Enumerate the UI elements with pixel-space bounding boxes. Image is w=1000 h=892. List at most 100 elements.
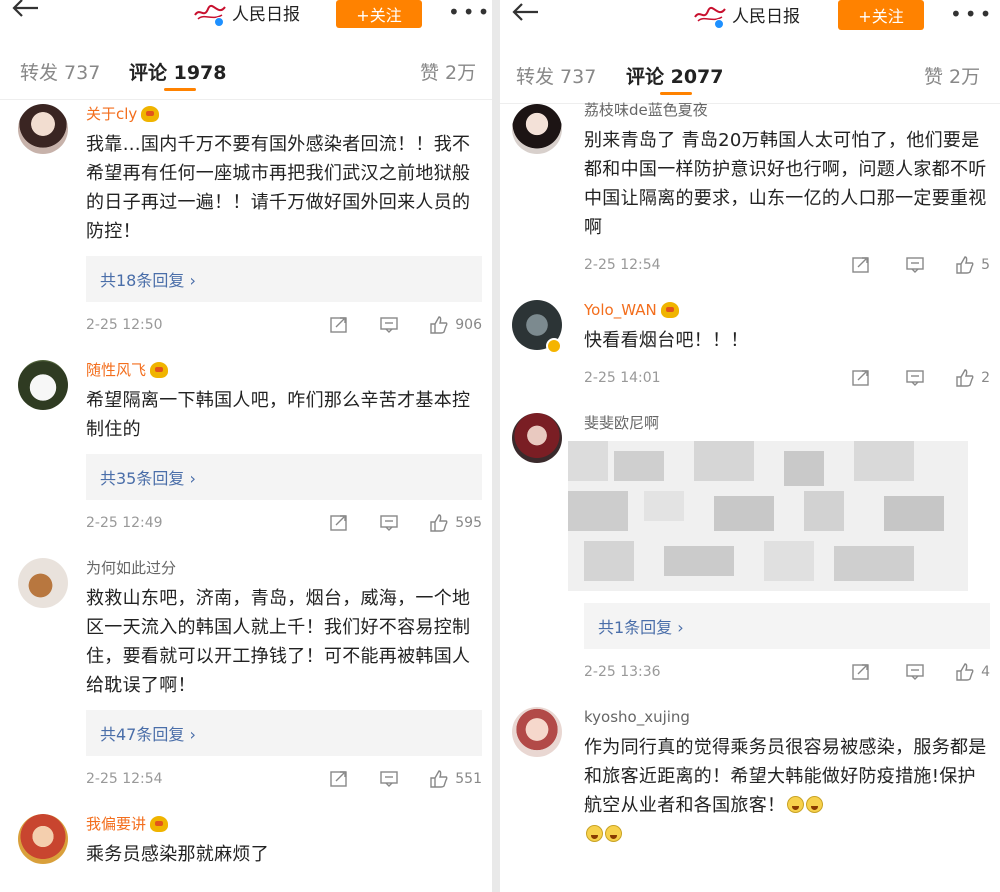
account-header[interactable]: 人民日报 [692, 2, 800, 29]
avatar[interactable] [512, 707, 562, 757]
comment-icon[interactable] [905, 368, 925, 388]
comment-username[interactable]: 为何如此过分 [86, 558, 482, 578]
comment-list: 关于cly 我靠…国内千万不要有国外感染者回流！！我不希望再有任何一座城市再把我… [0, 100, 492, 869]
comment-actions: 4 [851, 649, 990, 695]
comment-time: 2-25 13:36 [584, 664, 661, 680]
repost-icon[interactable] [329, 513, 349, 533]
like-icon [430, 316, 448, 334]
blur-block [764, 541, 814, 581]
comment-icon[interactable] [379, 315, 399, 335]
list-item: Yolo_WAN 快看看烟台吧！！！ 2-25 14:01 2 [500, 288, 1000, 401]
like-button[interactable]: 5 [955, 255, 990, 275]
like-button[interactable]: 4 [955, 662, 990, 682]
avatar[interactable] [18, 558, 68, 608]
replies-link[interactable]: 共35条回复 › [86, 454, 482, 500]
comment-text: 乘务员感染那就麻烦了 [86, 844, 269, 865]
tab-comments[interactable]: 评论 1978 [129, 58, 227, 85]
blur-block [834, 546, 914, 581]
comment-meta: 2-25 12:49 595 [86, 500, 482, 546]
repost-icon[interactable] [851, 662, 871, 682]
blur-block [664, 546, 734, 576]
emoji-icon [806, 796, 824, 813]
comment-username[interactable]: 荔枝味de蓝色夏夜 [584, 100, 990, 120]
comment-username[interactable]: 我偏要讲 [86, 814, 482, 834]
back-arrow-icon[interactable] [508, 0, 544, 28]
more-icon[interactable]: ••• [950, 2, 994, 26]
comment-username[interactable]: 随性风飞 [86, 360, 482, 380]
comment-username[interactable]: Yolo_WAN [584, 300, 990, 320]
emoji-icon [605, 825, 622, 842]
comment-actions: 2 [851, 355, 990, 401]
replies-link[interactable]: 共18条回复 › [86, 256, 482, 302]
active-tab-indicator [164, 88, 196, 91]
more-icon[interactable]: ••• [448, 0, 492, 24]
blur-block [614, 451, 664, 481]
comment-icon[interactable] [379, 769, 399, 789]
like-count: 551 [455, 771, 482, 787]
comment-username[interactable]: kyosho_xujing [584, 707, 990, 727]
comment-time: 2-25 12:49 [86, 515, 163, 531]
like-icon [956, 663, 974, 681]
tab-repost[interactable]: 转发 737 [20, 58, 100, 85]
comment-actions: 551 [329, 756, 482, 802]
vip-badge-icon [660, 302, 679, 318]
comment-text: 救救山东吧，济南，青岛，烟台，威海，一个地区一天流入的韩国人就上千！我们好不容易… [86, 588, 471, 696]
avatar[interactable] [18, 104, 68, 154]
list-item: 我偏要讲 乘务员感染那就麻烦了 [0, 802, 492, 869]
comment-username[interactable]: 关于cly [86, 104, 482, 124]
account-logo [192, 1, 228, 27]
pixelated-comment-text [568, 441, 990, 591]
like-count: 5 [981, 257, 990, 273]
blur-block [568, 491, 628, 531]
comment-icon[interactable] [905, 662, 925, 682]
comment-text: 希望隔离一下韩国人吧，咋们那么辛苦才基本控制住的 [86, 390, 471, 440]
tab-likes[interactable]: 赞 2万 [420, 58, 476, 85]
tab-likes[interactable]: 赞 2万 [924, 62, 980, 89]
account-name: 人民日报 [732, 7, 800, 27]
avatar[interactable] [18, 814, 68, 864]
vip-badge-icon [141, 106, 160, 122]
replies-link[interactable]: 共1条回复 › [584, 603, 990, 649]
emoji-icon [586, 825, 603, 842]
blur-block [694, 441, 754, 481]
comment-username[interactable]: 斐斐欧尼啊 [584, 413, 990, 433]
comment-meta: 2-25 12:54 551 [86, 756, 482, 802]
replies-link[interactable]: 共47条回复 › [86, 710, 482, 756]
repost-icon[interactable] [329, 315, 349, 335]
tab-comments[interactable]: 评论 2077 [626, 62, 724, 89]
comment-icon[interactable] [905, 255, 925, 275]
follow-button[interactable]: +关注 [336, 0, 422, 28]
back-arrow-icon[interactable] [8, 0, 44, 28]
list-item: 为何如此过分 救救山东吧，济南，青岛，烟台，威海，一个地区一天流入的韩国人就上千… [0, 546, 492, 802]
blur-block [568, 441, 608, 481]
like-button[interactable]: 595 [429, 513, 482, 533]
like-button[interactable]: 906 [429, 315, 482, 335]
blur-block [644, 491, 684, 521]
comment-icon[interactable] [379, 513, 399, 533]
comment-actions: 595 [329, 500, 482, 546]
like-button[interactable]: 2 [955, 368, 990, 388]
comment-text: 别来青岛了 青岛20万韩国人太可怕了，他们要是都和中国一样防护意识好也行啊，问题… [584, 130, 987, 238]
like-button[interactable]: 551 [429, 769, 482, 789]
repost-icon[interactable] [329, 769, 349, 789]
emoji-icon [787, 796, 805, 813]
follow-button[interactable]: +关注 [838, 0, 924, 30]
list-item: 关于cly 我靠…国内千万不要有国外感染者回流！！我不希望再有任何一座城市再把我… [0, 100, 492, 348]
avatar[interactable] [18, 360, 68, 410]
comment-time: 2-25 12:54 [584, 257, 661, 273]
repost-icon[interactable] [851, 255, 871, 275]
repost-icon[interactable] [851, 368, 871, 388]
like-count: 906 [455, 317, 482, 333]
avatar[interactable] [512, 104, 562, 154]
tab-repost[interactable]: 转发 737 [516, 62, 596, 89]
comment-meta: 2-25 12:50 906 [86, 302, 482, 348]
like-count: 595 [455, 515, 482, 531]
like-count: 2 [981, 370, 990, 386]
comment-time: 2-25 14:01 [584, 370, 661, 386]
account-name: 人民日报 [232, 5, 300, 25]
avatar[interactable] [512, 413, 562, 463]
comment-list: 荔枝味de蓝色夏夜 别来青岛了 青岛20万韩国人太可怕了，他们要是都和中国一样防… [500, 100, 1000, 849]
account-header[interactable]: 人民日报 [192, 0, 300, 27]
right-screenshot: 人民日报 +关注 ••• 转发 737 评论 2077 赞 2万 荔枝味de蓝色… [500, 0, 1000, 892]
comment-meta: 2-25 12:54 5 [584, 242, 990, 288]
